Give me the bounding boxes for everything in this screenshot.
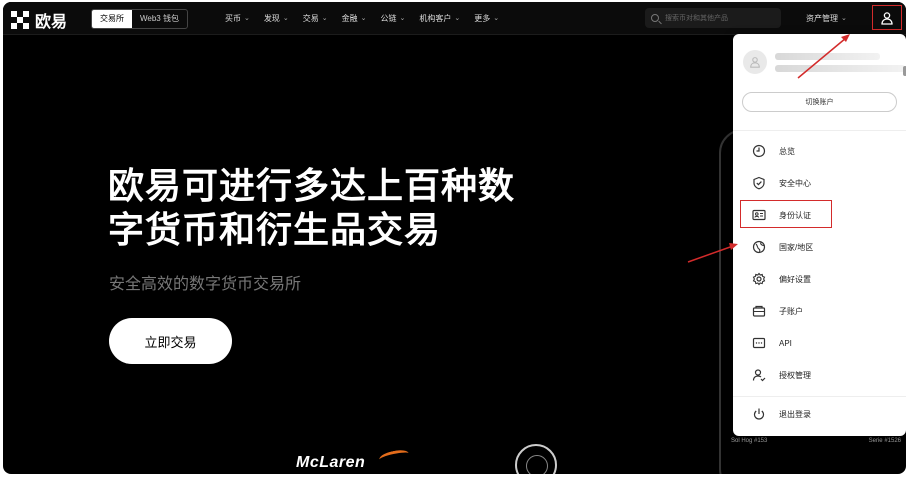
nft-preview-row: Sol Hog #153 Serie #1526 [731, 438, 901, 444]
divider [733, 130, 906, 131]
chevron-down-icon: ⌄ [454, 15, 461, 22]
api-icon [751, 335, 767, 351]
search-input[interactable] [663, 13, 777, 23]
user-icon [881, 11, 893, 25]
menu-label: 交易 [302, 13, 319, 23]
menu-item-label: API [779, 338, 792, 348]
okx-logo-icon [11, 11, 29, 29]
menu-item-security-center[interactable]: 安全中心 [751, 173, 811, 193]
menu-more[interactable]: 更多 ⌄ [474, 13, 499, 24]
chevron-down-icon: ⌄ [321, 15, 328, 22]
club-crest-logo [515, 444, 557, 474]
search-box[interactable] [645, 8, 781, 28]
clock-icon [751, 143, 767, 159]
nft-name-right: Serie #1526 [868, 438, 901, 444]
asset-management-menu[interactable]: 资产管理 ⌄ [806, 2, 847, 34]
top-nav: 欧易 交易所 Web3 钱包 买币 ⌄ 发现 ⌄ 交易 ⌄ 金融 ⌄ 公链 ⌄ 机构客户 ⌄… [3, 2, 906, 35]
menu-item-label: 子账户 [779, 306, 803, 316]
authorization-icon [751, 367, 767, 383]
search-icon [651, 14, 659, 22]
menu-discover[interactable]: 发现 ⌄ [264, 13, 289, 24]
menu-item-api[interactable]: API [751, 333, 792, 353]
menu-item-label: 国家/地区 [779, 242, 814, 252]
divider [733, 396, 906, 397]
menu-label: 更多 [474, 13, 491, 23]
chevron-down-icon: ⌄ [399, 15, 406, 22]
logo[interactable]: 欧易 [11, 8, 67, 32]
blurred-account-name [775, 52, 880, 60]
menu-label: 发现 [263, 13, 280, 23]
blurred-account-id [775, 64, 905, 72]
menu-item-label: 总览 [779, 146, 795, 156]
user-icon [750, 57, 760, 68]
tab-exchange[interactable]: 交易所 [92, 10, 132, 28]
dropdown-scrollbar[interactable] [903, 66, 906, 76]
chevron-down-icon: ⌄ [360, 15, 367, 22]
main-menu: 买币 ⌄ 发现 ⌄ 交易 ⌄ 金融 ⌄ 公链 ⌄ 机构客户 ⌄ 更多 ⌄ [225, 2, 499, 34]
avatar [743, 50, 767, 74]
menu-public-chain[interactable]: 公链 ⌄ [381, 13, 406, 24]
menu-item-label: 授权管理 [779, 370, 811, 380]
menu-label: 机构客户 [419, 13, 452, 23]
mclaren-swoosh-icon [378, 448, 410, 465]
globe-icon [751, 239, 767, 255]
chevron-down-icon: ⌄ [841, 15, 847, 22]
logo-text: 欧易 [35, 14, 68, 31]
hero-subtitle: 安全高效的数字货币交易所 [109, 276, 302, 293]
user-account-button[interactable] [872, 5, 902, 30]
hero-title-line1: 欧易可进行多达上百种数 [108, 165, 516, 206]
profile-info-blurred [775, 52, 905, 72]
nft-name-left: Sol Hog #153 [731, 438, 768, 444]
shield-icon [751, 175, 767, 191]
hero-title-line2: 字货币和衍生品交易 [108, 209, 442, 250]
menu-item-overview[interactable]: 总览 [751, 141, 795, 161]
product-tabs: 交易所 Web3 钱包 [91, 9, 188, 29]
power-icon [751, 406, 767, 422]
gear-icon [751, 271, 767, 287]
profile-summary [743, 50, 905, 74]
asset-management-label: 资产管理 [806, 13, 838, 23]
menu-institutional[interactable]: 机构客户 ⌄ [419, 13, 460, 24]
menu-item-label: 安全中心 [779, 178, 811, 188]
tab-web3-wallet[interactable]: Web3 钱包 [132, 10, 187, 28]
trade-now-button[interactable]: 立即交易 [109, 318, 232, 364]
menu-buy-crypto[interactable]: 买币 ⌄ [225, 13, 250, 24]
menu-trade[interactable]: 交易 ⌄ [303, 13, 328, 24]
hero-title: 欧易可进行多达上百种数 字货币和衍生品交易 [108, 164, 578, 252]
menu-item-country-region[interactable]: 国家/地区 [751, 237, 813, 257]
chevron-down-icon: ⌄ [493, 15, 500, 22]
menu-item-authorization-management[interactable]: 授权管理 [751, 365, 811, 385]
menu-item-logout[interactable]: 退出登录 [751, 404, 811, 424]
menu-label: 金融 [341, 13, 358, 23]
account-dropdown: 切换账户 总览 安全中心 身份认证 国家/地区 偏好设置 子账户 API 授权管… [733, 34, 906, 436]
menu-label: 公链 [380, 13, 397, 23]
identity-verification-highlight [740, 200, 832, 228]
chevron-down-icon: ⌄ [244, 15, 250, 22]
menu-finance[interactable]: 金融 ⌄ [342, 13, 367, 24]
menu-item-label: 退出登录 [779, 409, 811, 419]
menu-label: 买币 [225, 13, 241, 23]
mclaren-logo: McLaren [296, 454, 366, 471]
sub-account-icon [751, 303, 767, 319]
menu-item-sub-accounts[interactable]: 子账户 [751, 301, 803, 321]
okx-homepage: 欧易 交易所 Web3 钱包 买币 ⌄ 发现 ⌄ 交易 ⌄ 金融 ⌄ 公链 ⌄ 机构客户 ⌄… [3, 2, 906, 474]
chevron-down-icon: ⌄ [282, 15, 289, 22]
menu-item-label: 偏好设置 [779, 274, 811, 284]
menu-item-preferences[interactable]: 偏好设置 [751, 269, 811, 289]
switch-account-button[interactable]: 切换账户 [742, 92, 897, 112]
